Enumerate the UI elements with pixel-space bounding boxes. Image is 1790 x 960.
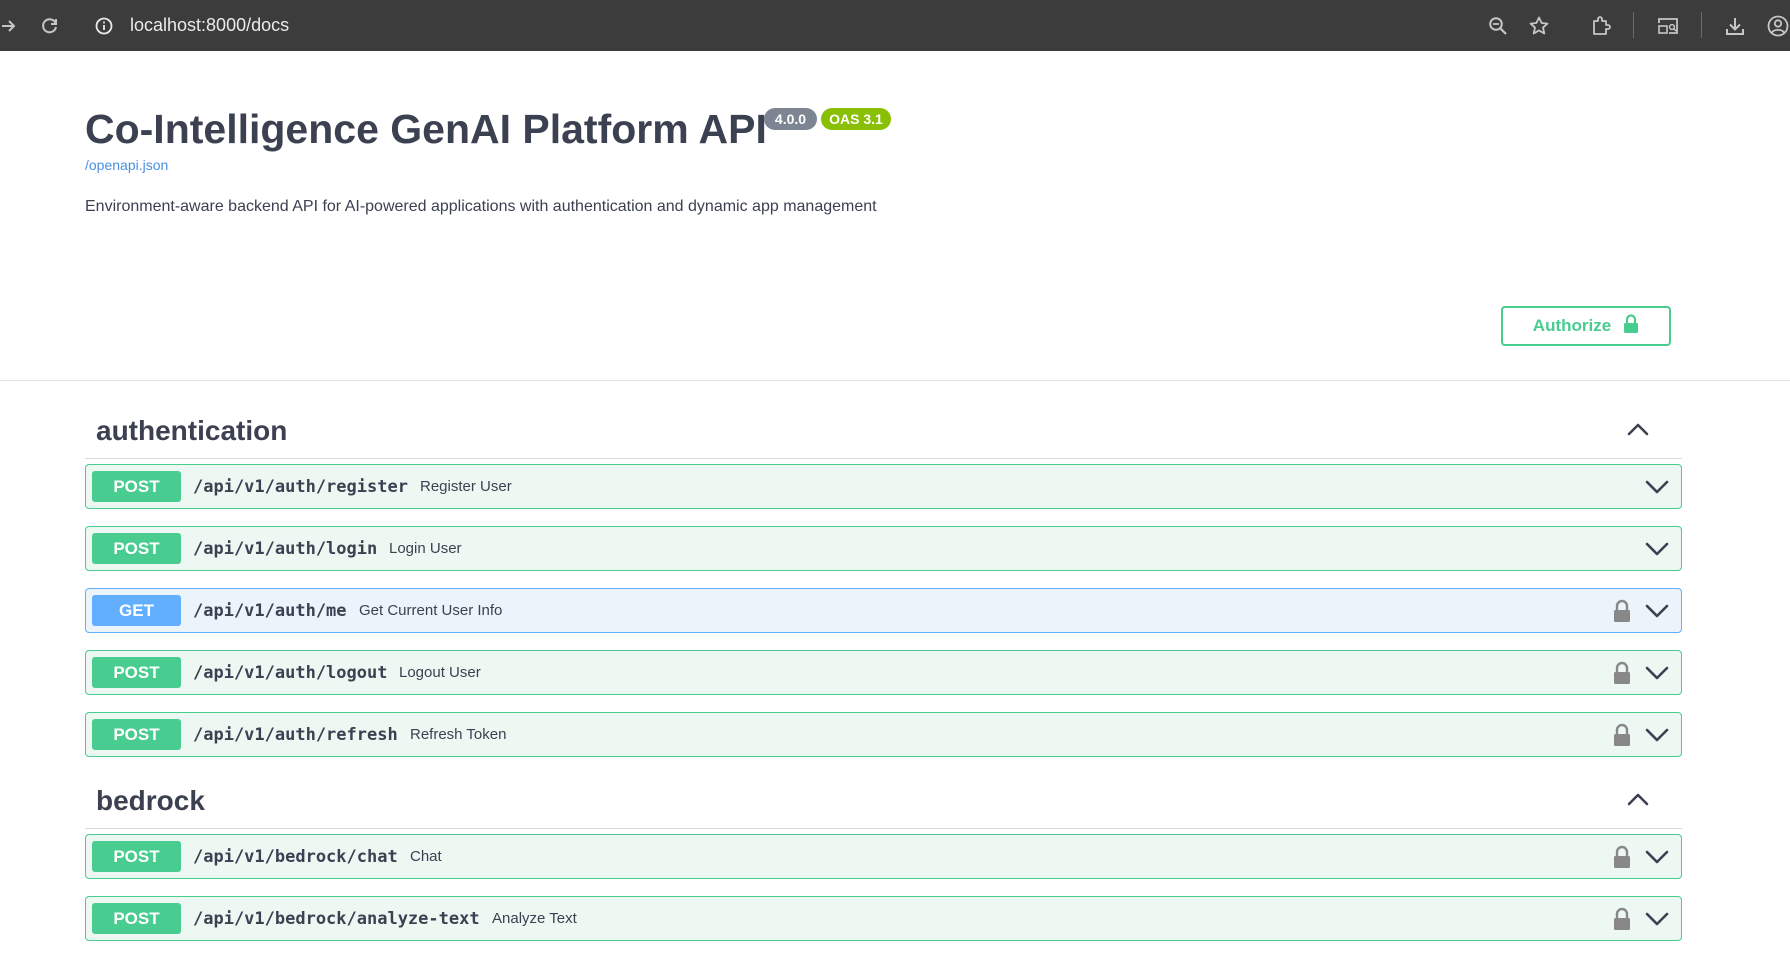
back-arrow-icon[interactable]: [0, 0, 18, 51]
operation-path: /api/v1/bedrock/analyze-text: [193, 908, 480, 929]
chevron-up-icon[interactable]: [1625, 789, 1651, 809]
oas-badge: OAS 3.1: [821, 108, 891, 130]
chevron-down-icon[interactable]: [1644, 910, 1670, 928]
tag-section-authentication[interactable]: authentication: [85, 381, 1682, 459]
operation-summary: Logout User: [399, 664, 481, 681]
method-badge: POST: [92, 471, 181, 502]
download-icon[interactable]: [1723, 0, 1747, 51]
operation-row[interactable]: POST/api/v1/auth/login Login User: [85, 526, 1682, 571]
lock-icon[interactable]: [1612, 599, 1632, 623]
chevron-down-icon[interactable]: [1644, 848, 1670, 866]
operation-row[interactable]: GET/api/v1/auth/me Get Current User Info: [85, 588, 1682, 633]
method-badge: POST: [92, 903, 181, 934]
authorize-button[interactable]: Authorize: [1501, 306, 1671, 346]
operation-row[interactable]: POST/api/v1/bedrock/analyze-text Analyze …: [85, 896, 1682, 941]
method-badge: POST: [92, 657, 181, 688]
chevron-down-icon[interactable]: [1644, 726, 1670, 744]
profile-icon[interactable]: [1766, 0, 1790, 51]
api-title: Co-Intelligence GenAI Platform API: [85, 106, 767, 152]
operation-summary: Login User: [389, 540, 462, 557]
operation-path: /api/v1/bedrock/chat: [193, 846, 398, 867]
chevron-down-icon[interactable]: [1644, 664, 1670, 682]
api-info: Co-Intelligence GenAI Platform API 4.0.0…: [85, 0, 1685, 380]
reload-icon[interactable]: [38, 0, 62, 51]
chevron-down-icon[interactable]: [1644, 540, 1670, 558]
authorize-label: Authorize: [1532, 316, 1612, 335]
lock-icon[interactable]: [1612, 661, 1632, 685]
operation-path: /api/v1/auth/logout: [193, 662, 388, 683]
operation-summary: Register User: [420, 478, 512, 495]
operation-summary: Refresh Token: [410, 726, 507, 743]
chevron-down-icon[interactable]: [1644, 478, 1670, 496]
chevron-up-icon[interactable]: [1625, 419, 1651, 439]
lock-icon[interactable]: [1612, 845, 1632, 869]
lock-icon[interactable]: [1612, 907, 1632, 931]
method-badge: POST: [92, 533, 181, 564]
operation-row[interactable]: POST/api/v1/auth/logout Logout User: [85, 650, 1682, 695]
operation-path: /api/v1/auth/me: [193, 600, 347, 621]
operation-row[interactable]: POST/api/v1/auth/register Register User: [85, 464, 1682, 509]
method-badge: POST: [92, 719, 181, 750]
lock-icon[interactable]: [1612, 723, 1632, 747]
method-badge: POST: [92, 841, 181, 872]
api-description: Environment-aware backend API for AI-pow…: [85, 198, 877, 215]
toolbar-separator: [1701, 12, 1702, 38]
operation-path: /api/v1/auth/refresh: [193, 724, 398, 745]
operation-summary: Get Current User Info: [359, 602, 503, 619]
operation-path: /api/v1/auth/register: [193, 476, 408, 497]
operation-summary: Chat: [410, 848, 442, 865]
tag-section-bedrock[interactable]: bedrock: [85, 751, 1682, 829]
chevron-down-icon[interactable]: [1644, 602, 1670, 620]
operation-summary: Analyze Text: [492, 910, 577, 927]
operation-row[interactable]: POST/api/v1/bedrock/chat Chat: [85, 834, 1682, 879]
tag-name: bedrock: [96, 785, 205, 816]
version-badge: 4.0.0: [764, 108, 817, 130]
unlock-icon: [1623, 313, 1639, 339]
method-badge: GET: [92, 595, 181, 626]
tag-name: authentication: [96, 415, 288, 446]
operation-path: /api/v1/auth/login: [193, 538, 378, 559]
openapi-json-link[interactable]: /openapi.json: [85, 157, 168, 173]
